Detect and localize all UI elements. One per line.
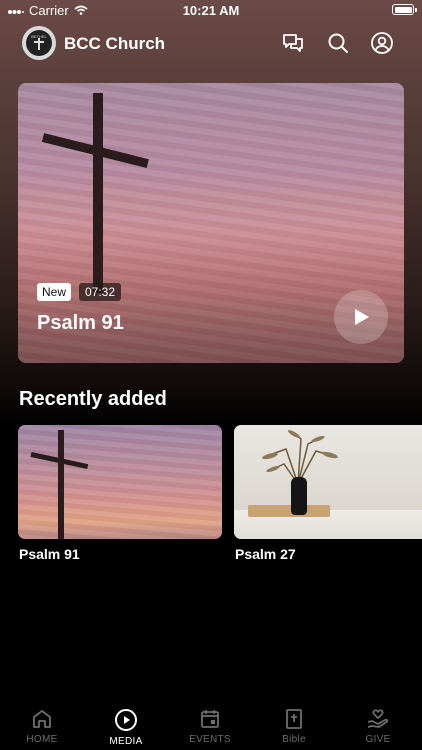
media-thumbnail[interactable] <box>234 425 422 539</box>
battery-icon <box>392 4 417 15</box>
new-badge: New <box>37 283 72 301</box>
tab-events[interactable]: EVENTS <box>168 700 252 745</box>
media-card-title[interactable]: Psalm 91 <box>19 546 80 562</box>
tab-label: EVENTS <box>189 734 231 745</box>
chat-icon[interactable] <box>281 31 307 57</box>
vase-image <box>291 477 307 515</box>
status-time: 10:21 AM <box>182 3 240 18</box>
home-icon <box>33 710 51 728</box>
svg-text:BETHEL: BETHEL <box>31 34 47 39</box>
profile-icon[interactable] <box>370 31 396 57</box>
bottom-tab-bar: HOME MEDIA EVENTS Bible GIVE <box>0 700 422 750</box>
calendar-icon <box>201 710 219 728</box>
tab-give[interactable]: GIVE <box>336 700 420 745</box>
app-header: BETHEL BCC Church <box>0 26 422 62</box>
duration-badge: 07:32 <box>79 283 122 301</box>
play-icon <box>355 309 369 325</box>
tab-label: HOME <box>26 734 58 745</box>
media-card-title[interactable]: Psalm 27 <box>235 546 296 562</box>
tab-label: GIVE <box>365 734 391 745</box>
app-title: BCC Church <box>64 34 166 53</box>
tab-bible[interactable]: Bible <box>252 700 336 745</box>
play-button[interactable] <box>334 290 388 344</box>
cross-logo-icon: BETHEL <box>31 34 48 50</box>
give-heart-hand-icon <box>367 709 389 728</box>
tab-label: Bible <box>282 734 306 745</box>
featured-media-card[interactable]: New 07:32 Psalm 91 <box>18 83 404 363</box>
tab-media[interactable]: MEDIA <box>84 700 168 747</box>
play-circle-icon <box>115 709 137 731</box>
section-heading-recently-added: Recently added <box>19 388 167 410</box>
media-thumbnail[interactable] <box>18 425 222 539</box>
status-bar: Carrier 10:21 AM <box>0 0 422 22</box>
search-icon[interactable] <box>326 31 352 57</box>
tab-label: MEDIA <box>109 736 143 747</box>
bible-icon <box>286 709 302 729</box>
church-logo[interactable]: BETHEL <box>22 26 56 60</box>
tab-home[interactable]: HOME <box>0 700 84 745</box>
cross-image <box>58 430 64 539</box>
featured-title: Psalm 91 <box>37 312 124 334</box>
